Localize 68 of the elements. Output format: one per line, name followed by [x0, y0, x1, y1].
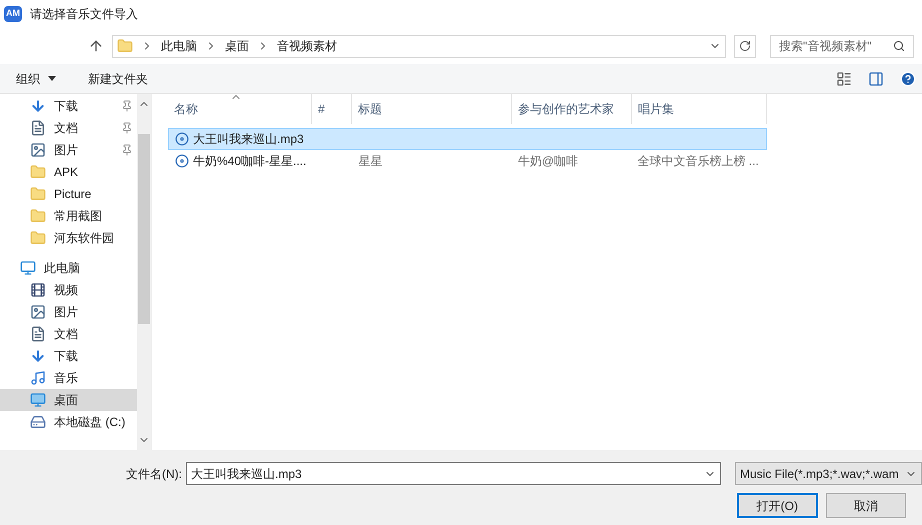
column-header[interactable]: 标题	[352, 94, 512, 124]
folder-icon	[117, 38, 133, 54]
desktop-icon	[30, 392, 46, 408]
open-button[interactable]: 打开(O)	[737, 493, 818, 518]
window-title: 请选择音乐文件导入	[30, 6, 138, 23]
audio-file-icon	[175, 154, 189, 168]
breadcrumb[interactable]: 桌面	[225, 37, 249, 55]
sidebar-item[interactable]: 图片	[0, 139, 137, 161]
search-field[interactable]: 搜索"音视频素材"	[770, 34, 914, 58]
table-cell-text: 牛奶%40咖啡-星星....	[193, 153, 306, 170]
file-type-dropdown[interactable]: Music File(*.mp3;*.wav;*.wam	[735, 462, 922, 485]
column-header[interactable]: 参与创作的艺术家	[512, 94, 632, 124]
refresh-button[interactable]	[734, 34, 756, 58]
new-folder-button[interactable]: 新建文件夹	[88, 70, 148, 88]
column-header[interactable]: 唱片集	[632, 94, 767, 124]
filename-field[interactable]: 大王叫我来巡山.mp3	[186, 462, 721, 485]
download-arrow-icon	[30, 348, 46, 364]
sidebar-item[interactable]: 常用截图	[0, 205, 137, 227]
picture-icon	[30, 304, 46, 320]
folder-icon	[30, 164, 46, 180]
sidebar-item[interactable]: 河东软件园	[0, 227, 137, 249]
help-icon[interactable]	[900, 70, 916, 86]
folder-icon	[30, 208, 46, 224]
sidebar-item[interactable]: Picture	[0, 183, 137, 205]
folder-icon	[30, 230, 46, 246]
audio-file-icon	[175, 132, 189, 146]
refresh-icon	[739, 40, 751, 52]
document-icon	[30, 120, 46, 136]
sidebar-item[interactable]: 下载	[0, 95, 137, 117]
scroll-thumb[interactable]	[138, 134, 150, 324]
search-icon	[893, 40, 905, 52]
music-note-icon	[30, 370, 46, 386]
film-icon	[30, 282, 46, 298]
address-bar[interactable]: 此电脑 桌面 音视频素材	[112, 34, 726, 58]
table-cell-text: 星星	[358, 153, 382, 170]
table-cell-text: 全球中文音乐榜上榜 ...	[637, 153, 759, 170]
sidebar-item[interactable]: 视频	[0, 279, 137, 301]
sidebar-item[interactable]: APK	[0, 161, 137, 183]
document-icon	[30, 326, 46, 342]
file-row[interactable]: 牛奶%40咖啡-星星.... 星星 牛奶@咖啡 全球中文音乐榜上榜 ...	[168, 150, 767, 172]
folder-icon	[30, 186, 46, 202]
file-row[interactable]: 大王叫我来巡山.mp3	[168, 128, 767, 150]
view-options-icon[interactable]	[836, 70, 852, 86]
download-arrow-icon	[30, 98, 46, 114]
sidebar-item[interactable]: 本地磁盘 (C:)	[0, 411, 137, 433]
caret-icon	[48, 76, 56, 81]
organize-button[interactable]: 组织	[16, 70, 56, 88]
sidebar-item[interactable]: 文档	[0, 117, 137, 139]
column-header[interactable]: #	[312, 94, 352, 124]
column-header[interactable]: 名称	[168, 94, 312, 124]
scrollbar[interactable]	[137, 94, 151, 450]
app-badge: AM	[4, 6, 22, 22]
sidebar-item[interactable]: 音乐	[0, 367, 137, 389]
table-cell-text: 牛奶@咖啡	[518, 153, 578, 170]
sidebar-item[interactable]: 桌面	[0, 389, 137, 411]
filename-label: 文件名(N):	[126, 466, 182, 482]
sidebar-item[interactable]: 文档	[0, 323, 137, 345]
breadcrumb[interactable]: 此电脑	[161, 37, 197, 55]
computer-icon	[20, 260, 36, 276]
sidebar-item[interactable]: 图片	[0, 301, 137, 323]
cancel-button[interactable]: 取消	[826, 493, 906, 518]
breadcrumb[interactable]: 音视频素材	[277, 37, 337, 55]
drive-icon	[30, 414, 46, 430]
preview-pane-icon[interactable]	[868, 70, 884, 86]
sidebar-item[interactable]: 此电脑	[0, 257, 137, 279]
table-cell-text: 大王叫我来巡山.mp3	[193, 131, 304, 148]
picture-icon	[30, 142, 46, 158]
sidebar-item[interactable]: 下载	[0, 345, 137, 367]
